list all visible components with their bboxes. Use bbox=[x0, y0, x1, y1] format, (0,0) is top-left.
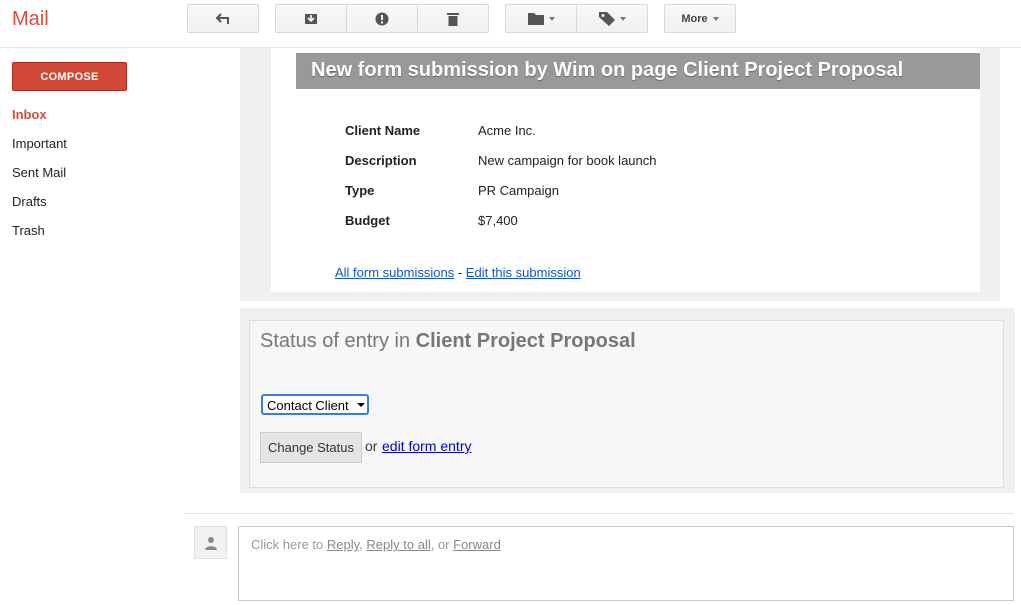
organize-group bbox=[505, 4, 648, 33]
sidebar-item-sent-mail[interactable]: Sent Mail bbox=[12, 164, 67, 193]
folder-icon bbox=[527, 13, 544, 25]
reply-divider bbox=[185, 513, 1014, 514]
spam-icon bbox=[375, 12, 389, 25]
field-value-budget: $7,400 bbox=[478, 213, 518, 228]
app-title[interactable]: Mail bbox=[12, 8, 49, 31]
status-title-prefix: Status of entry in bbox=[260, 330, 411, 352]
all-submissions-link[interactable]: All form submissions bbox=[335, 265, 454, 280]
submission-banner: New form submission by Wim on page Clien… bbox=[296, 53, 980, 89]
sidebar-item-important[interactable]: Important bbox=[12, 135, 67, 164]
sidebar-item-drafts[interactable]: Drafts bbox=[12, 193, 67, 222]
reply-prompt: Click here to bbox=[251, 537, 324, 552]
report-spam-button[interactable] bbox=[346, 4, 418, 33]
field-label-description: Description bbox=[345, 153, 417, 168]
tag-icon bbox=[598, 11, 615, 26]
sidebar-nav: Inbox Important Sent Mail Drafts Trash bbox=[12, 106, 67, 251]
person-icon bbox=[204, 536, 217, 550]
chevron-down-icon bbox=[619, 16, 626, 21]
sidebar-item-trash[interactable]: Trash bbox=[12, 222, 67, 251]
field-label-budget: Budget bbox=[345, 213, 390, 228]
reply-box[interactable]: Click here to Reply, Reply to all, or Fo… bbox=[238, 526, 1014, 601]
status-select[interactable]: Contact Client bbox=[261, 394, 369, 415]
reply-all-link[interactable]: Reply to all bbox=[366, 537, 430, 552]
labels-button[interactable] bbox=[576, 4, 648, 33]
avatar bbox=[194, 526, 227, 559]
link-separator: - bbox=[457, 265, 463, 280]
more-button[interactable]: More bbox=[664, 4, 736, 33]
field-value-description: New campaign for book launch bbox=[478, 153, 657, 168]
field-value-type: PR Campaign bbox=[478, 183, 559, 198]
action-group bbox=[275, 4, 489, 33]
status-select-value: Contact Client bbox=[267, 397, 349, 413]
status-title-page: Client Project Proposal bbox=[415, 330, 636, 352]
field-label-client-name: Client Name bbox=[345, 123, 421, 138]
archive-button[interactable] bbox=[275, 4, 347, 33]
compose-button[interactable]: COMPOSE bbox=[12, 62, 127, 91]
or-text: or bbox=[365, 438, 378, 454]
field-value-client-name: Acme Inc. bbox=[478, 123, 536, 138]
delete-button[interactable] bbox=[417, 4, 489, 33]
back-button[interactable] bbox=[187, 4, 259, 33]
chevron-down-icon bbox=[356, 403, 365, 407]
reply-or: , or bbox=[430, 537, 450, 552]
chevron-down-icon bbox=[548, 16, 555, 21]
more-label: More bbox=[681, 12, 708, 25]
edit-form-entry-link[interactable]: edit form entry bbox=[382, 438, 471, 454]
chevron-down-icon bbox=[712, 16, 719, 21]
forward-link[interactable]: Forward bbox=[453, 537, 501, 552]
status-title: Status of entry in Client Project Propos… bbox=[260, 330, 636, 353]
trash-icon bbox=[447, 12, 459, 26]
submission-links: All form submissions - Edit this submiss… bbox=[335, 265, 581, 280]
edit-submission-link[interactable]: Edit this submission bbox=[466, 265, 581, 280]
field-label-type: Type bbox=[345, 183, 375, 198]
move-to-button[interactable] bbox=[505, 4, 577, 33]
archive-icon bbox=[305, 13, 317, 24]
sidebar-item-inbox[interactable]: Inbox bbox=[12, 106, 67, 135]
reply-link[interactable]: Reply bbox=[327, 537, 359, 552]
back-arrow-icon bbox=[215, 12, 229, 24]
change-status-button[interactable]: Change Status bbox=[260, 432, 362, 463]
reply-comma: , bbox=[359, 537, 363, 552]
